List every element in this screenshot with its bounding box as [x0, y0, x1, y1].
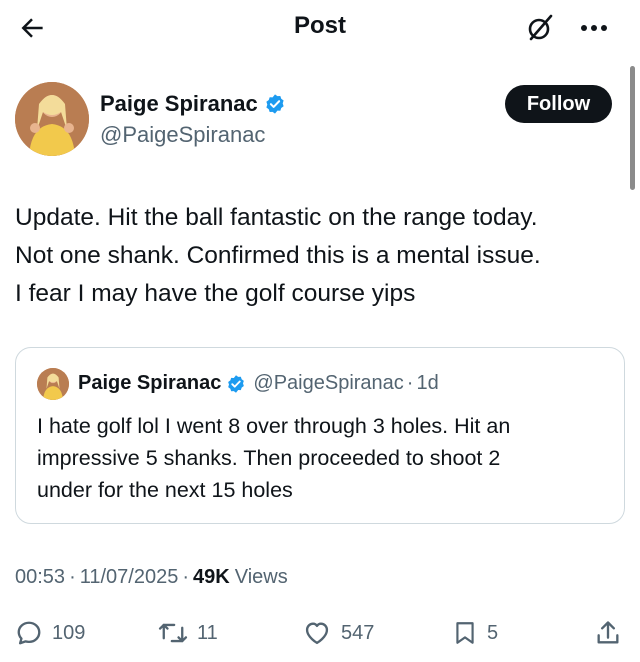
post-date[interactable]: 11/07/2025 [80, 566, 179, 589]
quoted-timestamp: 1d [416, 372, 439, 394]
tweet-text-line: Not one shank. Confirmed this is a menta… [15, 242, 541, 269]
share-icon [597, 621, 619, 644]
post-meta: 00:53 · 11/07/2025 · 49K Views [15, 566, 288, 589]
quoted-header: Paige Spiranac @PaigeSpiranac · 1d [78, 372, 439, 395]
reply-icon [17, 621, 41, 645]
quoted-text-line: under for the next 15 holes [37, 478, 293, 502]
quoted-author-name: Paige Spiranac [78, 372, 222, 394]
avatar[interactable] [15, 82, 89, 156]
top-bar: Post [0, 0, 640, 54]
tweet-text-line: Update. Hit the ball fantastic on the ra… [15, 204, 538, 231]
quoted-author-handle: @PaigeSpiranac [253, 372, 404, 394]
bookmark-button[interactable]: 5 [452, 616, 498, 650]
quoted-tweet-text: I hate golf lol I went 8 over through 3 … [37, 410, 617, 506]
share-button[interactable] [594, 616, 622, 650]
quoted-text-line: I hate golf lol I went 8 over through 3 … [37, 414, 511, 438]
bookmark-count: 5 [487, 621, 499, 644]
repost-button[interactable]: 11 [158, 616, 218, 650]
separator-dot: · [69, 566, 76, 588]
quoted-tweet-card[interactable]: Paige Spiranac @PaigeSpiranac · 1d I hat… [15, 347, 625, 524]
scrollbar[interactable] [630, 66, 635, 190]
avatar-image [15, 82, 89, 156]
reply-button[interactable]: 109 [15, 616, 85, 650]
separator-dot: · [182, 566, 190, 588]
quoted-text-line: impressive 5 shanks. Then proceeded to s… [37, 446, 501, 470]
author-handle[interactable]: @PaigeSpiranac [100, 122, 265, 148]
follow-button[interactable]: Follow [505, 85, 612, 123]
heart-icon [305, 622, 329, 645]
verified-badge-icon [226, 374, 246, 394]
separator-dot: · [406, 372, 414, 394]
author-name[interactable]: Paige Spiranac [100, 91, 258, 117]
views-label: Views [234, 566, 288, 588]
more-horizontal-icon [581, 25, 607, 31]
more-button[interactable] [572, 10, 616, 46]
repost-icon [158, 623, 188, 643]
tweet-text-line: I fear I may have the golf course yips [15, 280, 416, 307]
author-name-row: Paige Spiranac [100, 91, 286, 117]
like-count: 547 [341, 621, 375, 644]
tweet-text: Update. Hit the ball fantastic on the ra… [15, 199, 635, 313]
arrow-left-icon [21, 18, 43, 38]
repost-count: 11 [197, 621, 218, 644]
quoted-avatar [37, 368, 69, 400]
grok-button[interactable] [522, 10, 558, 46]
views-count[interactable]: 49K [193, 566, 230, 589]
back-button[interactable] [14, 10, 50, 46]
like-button[interactable]: 547 [302, 616, 374, 650]
verified-badge-icon[interactable] [264, 93, 286, 115]
grok-icon [528, 14, 553, 41]
post-time[interactable]: 00:53 [15, 566, 65, 589]
bookmark-icon [456, 622, 474, 644]
reply-count: 109 [52, 621, 86, 644]
